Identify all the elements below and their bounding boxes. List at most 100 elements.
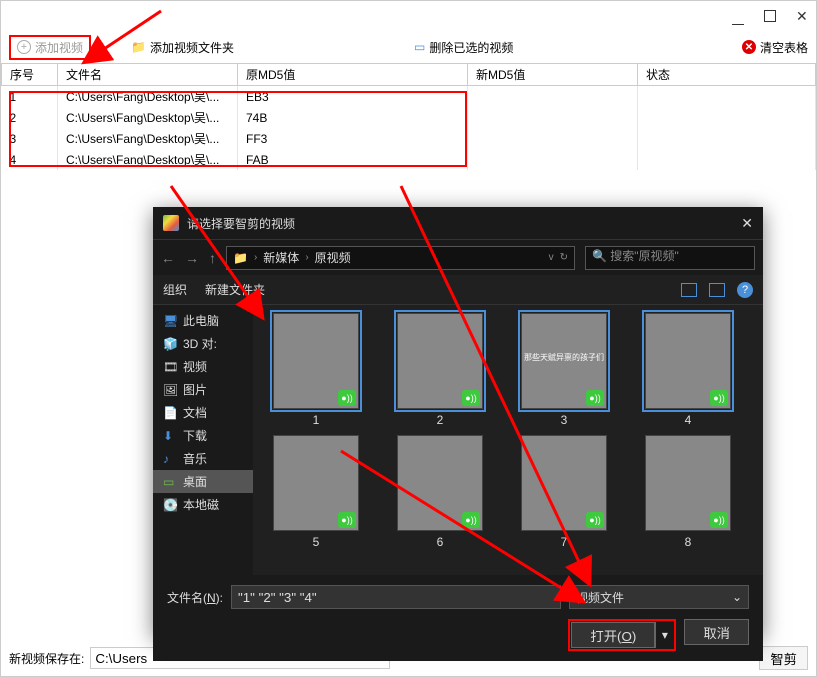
minimize-button[interactable]	[732, 13, 744, 25]
file-dialog: 请选择要智剪的视频 ✕ ← → ↑ 📁 › 新媒体 › 原视频 v ↻ 🔍 搜索…	[153, 207, 763, 637]
path-seg[interactable]: 原视频	[315, 249, 351, 266]
layers-icon: ▭	[414, 40, 425, 54]
cancel-button[interactable]: 取消	[684, 619, 749, 645]
file-thumb[interactable]: 那些天赋异禀的孩子们●))3	[509, 313, 619, 427]
refresh-icon[interactable]: ↻	[560, 252, 568, 263]
picture-icon: 🖼	[163, 383, 177, 397]
table-row[interactable]: 1C:\Users\Fang\Desktop\吴\...EB3	[2, 86, 816, 108]
video-badge-icon: ●))	[586, 512, 604, 528]
add-video-button[interactable]: + 添加视频	[9, 35, 91, 60]
dialog-close-button[interactable]: ✕	[741, 215, 753, 232]
download-icon: ⬇	[163, 429, 177, 443]
open-button[interactable]: 打开(O)	[571, 622, 655, 648]
close-button[interactable]: ✕	[796, 10, 808, 22]
organize-menu[interactable]: 组织	[163, 281, 187, 298]
dialog-nav: ← → ↑ 📁 › 新媒体 › 原视频 v ↻ 🔍 搜索"原视频"	[153, 239, 763, 275]
sidebar-item-music[interactable]: ♪音乐	[153, 447, 253, 470]
video-badge-icon: ●))	[586, 390, 604, 406]
table-row[interactable]: 2C:\Users\Fang\Desktop\吴\...74B	[2, 107, 816, 128]
file-thumb[interactable]: ●))6	[385, 435, 495, 549]
filetype-select[interactable]: 视频文件⌄	[569, 585, 749, 609]
dialog-body: 🖥此电脑 🧊3D 对: 🎞视频 🖼图片 📄文档 ⬇下载 ♪音乐 ▭桌面 💽本地磁…	[153, 305, 763, 575]
chevron-down-icon[interactable]: v	[549, 252, 554, 263]
add-video-label: 添加视频	[35, 39, 83, 56]
th-origmd5[interactable]: 原MD5值	[238, 64, 468, 86]
view-button[interactable]	[681, 283, 697, 297]
forward-button[interactable]: →	[185, 250, 199, 266]
titlebar: ✕	[1, 1, 816, 31]
video-badge-icon: ●))	[462, 390, 480, 406]
video-badge-icon: ●))	[462, 512, 480, 528]
dialog-toolbar: 组织 新建文件夹 ?	[153, 275, 763, 305]
file-thumb[interactable]: ●))2	[385, 313, 495, 427]
maximize-button[interactable]	[764, 10, 776, 22]
clear-table-button[interactable]: ✕ 清空表格	[742, 39, 808, 56]
save-label: 新视频保存在:	[9, 650, 84, 667]
help-icon[interactable]: ?	[737, 282, 753, 298]
file-thumb[interactable]: ●))7	[509, 435, 619, 549]
path-bar[interactable]: 📁 › 新媒体 › 原视频 v ↻	[226, 246, 575, 270]
th-status[interactable]: 状态	[638, 64, 816, 86]
file-thumb[interactable]: ●))5	[261, 435, 371, 549]
sidebar-item-thispc[interactable]: 🖥此电脑	[153, 309, 253, 332]
video-badge-icon: ●))	[338, 512, 356, 528]
toolbar: + 添加视频 📁 添加视频文件夹 ▭ 删除已选的视频 ✕ 清空表格	[1, 31, 816, 63]
sidebar-item-pictures[interactable]: 🖼图片	[153, 378, 253, 401]
music-icon: ♪	[163, 452, 177, 466]
sidebar-item-desktop[interactable]: ▭桌面	[153, 470, 253, 493]
search-input[interactable]: 🔍 搜索"原视频"	[585, 246, 755, 270]
file-thumb[interactable]: ●))4	[633, 313, 743, 427]
desktop-icon: ▭	[163, 475, 177, 489]
preview-button[interactable]	[709, 283, 725, 297]
x-red-icon: ✕	[742, 40, 756, 54]
video-badge-icon: ●))	[710, 512, 728, 528]
file-grid: ●))1 ●))2 那些天赋异禀的孩子们●))3 ●))4 ●))5 ●))6 …	[253, 305, 763, 575]
sidebar: 🖥此电脑 🧊3D 对: 🎞视频 🖼图片 📄文档 ⬇下载 ♪音乐 ▭桌面 💽本地磁	[153, 305, 253, 575]
sidebar-item-videos[interactable]: 🎞视频	[153, 355, 253, 378]
th-newmd5[interactable]: 新MD5值	[468, 64, 638, 86]
up-button[interactable]: ↑	[209, 250, 216, 266]
disk-icon: 💽	[163, 498, 177, 512]
path-seg[interactable]: 新媒体	[263, 249, 299, 266]
file-thumb[interactable]: ●))8	[633, 435, 743, 549]
folder-icon: 📁	[131, 40, 146, 54]
table-row[interactable]: 4C:\Users\Fang\Desktop\吴\...FAB	[2, 149, 816, 170]
delete-selected-button[interactable]: ▭ 删除已选的视频	[414, 39, 513, 56]
add-folder-button[interactable]: 📁 添加视频文件夹	[131, 39, 234, 56]
document-icon: 📄	[163, 406, 177, 420]
sidebar-item-documents[interactable]: 📄文档	[153, 401, 253, 424]
app-icon	[163, 215, 179, 231]
video-badge-icon: ●))	[338, 390, 356, 406]
th-index[interactable]: 序号	[2, 64, 58, 86]
chevron-right-icon: ›	[305, 252, 308, 263]
back-button[interactable]: ←	[161, 250, 175, 266]
table-row[interactable]: 3C:\Users\Fang\Desktop\吴\...FF3	[2, 128, 816, 149]
clear-label: 清空表格	[760, 39, 808, 56]
folder-icon: 📁	[233, 251, 248, 265]
add-folder-label: 添加视频文件夹	[150, 39, 234, 56]
dialog-title: 请选择要智剪的视频	[187, 215, 295, 232]
chevron-right-icon: ›	[254, 252, 257, 263]
plus-icon: +	[17, 40, 31, 54]
newfolder-button[interactable]: 新建文件夹	[205, 281, 265, 298]
chevron-down-icon: ⌄	[732, 590, 742, 604]
filename-label: 文件名(N):	[167, 589, 223, 606]
dialog-footer: 文件名(N): 视频文件⌄ 打开(O) ▾ 取消	[153, 575, 763, 661]
sidebar-item-downloads[interactable]: ⬇下载	[153, 424, 253, 447]
delete-label: 删除已选的视频	[429, 39, 513, 56]
cube-icon: 🧊	[163, 337, 177, 351]
video-icon: 🎞	[163, 360, 177, 374]
smart-cut-button[interactable]: 智剪	[759, 646, 808, 670]
main-window: ✕ + 添加视频 📁 添加视频文件夹 ▭ 删除已选的视频 ✕ 清空表格 序号 文…	[0, 0, 817, 677]
video-badge-icon: ●))	[710, 390, 728, 406]
th-filename[interactable]: 文件名	[58, 64, 238, 86]
open-dropdown[interactable]: ▾	[655, 622, 673, 648]
sidebar-item-3d[interactable]: 🧊3D 对:	[153, 332, 253, 355]
file-thumb[interactable]: ●))1	[261, 313, 371, 427]
pc-icon: 🖥	[163, 314, 177, 328]
sidebar-item-localdisk[interactable]: 💽本地磁	[153, 493, 253, 516]
open-button-highlight: 打开(O) ▾	[568, 619, 676, 651]
filename-input[interactable]	[231, 585, 561, 609]
video-table: 序号 文件名 原MD5值 新MD5值 状态 1C:\Users\Fang\Des…	[1, 63, 816, 170]
dialog-titlebar: 请选择要智剪的视频 ✕	[153, 207, 763, 239]
